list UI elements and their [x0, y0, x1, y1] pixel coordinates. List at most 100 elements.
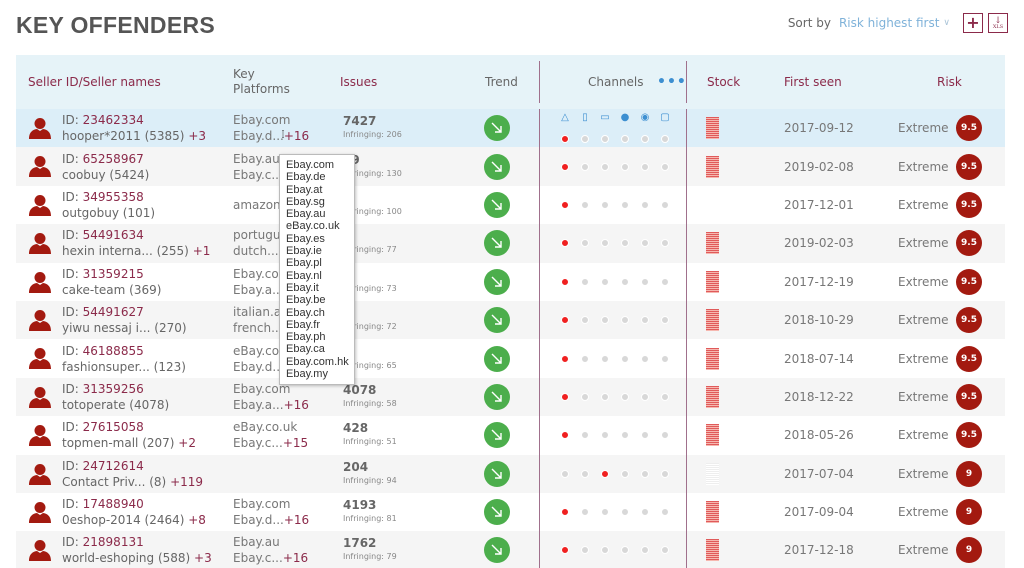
seller-aliases-count[interactable]: +8: [188, 513, 206, 527]
channel-inactive-dot[interactable]: [661, 277, 669, 286]
channel-inactive-dot[interactable]: [621, 508, 629, 517]
channel-inactive-dot[interactable]: [641, 135, 649, 144]
add-button[interactable]: +: [963, 13, 983, 33]
channel-inactive-dot[interactable]: [621, 239, 629, 248]
channel-active-dot[interactable]: [561, 546, 569, 555]
channel-inactive-dot[interactable]: [661, 200, 669, 209]
seller-aliases-count[interactable]: +119: [170, 475, 203, 489]
seller-aliases-count[interactable]: +3: [188, 129, 206, 143]
channel-inactive-dot[interactable]: [581, 239, 589, 248]
seller-name[interactable]: 0eshop-2014 (2464) +8: [62, 512, 206, 528]
column-header-seller[interactable]: Seller ID/Seller names: [28, 55, 161, 109]
column-header-trend[interactable]: Trend: [485, 55, 518, 109]
seller-name[interactable]: topmen-mall (207) +2: [62, 435, 196, 451]
seller-aliases-count[interactable]: +2: [178, 436, 196, 450]
seller-id[interactable]: ID: 31359215: [62, 266, 161, 282]
channel-active-dot[interactable]: [561, 316, 569, 325]
chevron-down-icon[interactable]: ∨: [943, 18, 950, 28]
seller-id[interactable]: ID: 54491627: [62, 304, 187, 320]
column-header-stock[interactable]: Stock: [707, 55, 740, 109]
channel-inactive-dot[interactable]: [581, 431, 589, 440]
channel-active-dot[interactable]: [561, 354, 569, 363]
channels-more-button[interactable]: •••: [657, 55, 687, 109]
channel-active-dot[interactable]: [561, 162, 569, 171]
channel-inactive-dot[interactable]: [601, 508, 609, 517]
seller-name[interactable]: fashionsuper... (123): [62, 359, 186, 375]
seller-aliases-count[interactable]: +3: [194, 551, 212, 565]
table-row[interactable]: ID: 54491627 yiwu nessaj i... (270) ital…: [16, 300, 1005, 340]
seller-name[interactable]: yiwu nessaj i... (270): [62, 320, 187, 336]
channel-inactive-dot[interactable]: [581, 392, 589, 401]
channel-inactive-dot[interactable]: [601, 200, 609, 209]
seller-name[interactable]: totoperate (4078): [62, 397, 169, 413]
channel-inactive-dot[interactable]: [641, 162, 649, 171]
channel-inactive-dot[interactable]: [581, 316, 589, 325]
channel-active-dot[interactable]: [561, 431, 569, 440]
channel-inactive-dot[interactable]: [621, 135, 629, 144]
channel-inactive-dot[interactable]: [581, 200, 589, 209]
channel-inactive-dot[interactable]: [641, 546, 649, 555]
column-header-issues[interactable]: Issues: [340, 55, 377, 109]
seller-id[interactable]: ID: 46188855: [62, 343, 186, 359]
channel-inactive-dot[interactable]: [641, 469, 649, 478]
channel-active-dot[interactable]: [561, 508, 569, 517]
channel-inactive-dot[interactable]: [621, 316, 629, 325]
channel-inactive-dot[interactable]: [641, 392, 649, 401]
channel-active-dot[interactable]: [561, 239, 569, 248]
channel-inactive-dot[interactable]: [661, 316, 669, 325]
channel-inactive-dot[interactable]: [601, 354, 609, 363]
channel-inactive-dot[interactable]: [601, 135, 609, 144]
table-row[interactable]: ID: 27615058 topmen-mall (207) +2 eBay.c…: [16, 416, 1005, 455]
column-header-platforms[interactable]: Key Platforms: [233, 55, 290, 109]
channel-inactive-dot[interactable]: [561, 469, 569, 478]
table-row[interactable]: ID: 31359215 cake-team (369) Ebay.cor Eb…: [16, 262, 1005, 301]
channel-inactive-dot[interactable]: [581, 546, 589, 555]
channel-inactive-dot[interactable]: [661, 508, 669, 517]
channel-inactive-dot[interactable]: [641, 200, 649, 209]
platforms-more-link[interactable]: +16: [284, 513, 309, 527]
channel-active-dot[interactable]: [601, 469, 609, 478]
seller-name[interactable]: hexin interna... (255) +1: [62, 243, 210, 259]
channel-inactive-dot[interactable]: [621, 431, 629, 440]
channel-inactive-dot[interactable]: [581, 508, 589, 517]
channel-inactive-dot[interactable]: [581, 277, 589, 286]
seller-id[interactable]: ID: 24712614: [62, 458, 203, 474]
channel-inactive-dot[interactable]: [601, 162, 609, 171]
channel-inactive-dot[interactable]: [581, 354, 589, 363]
seller-name[interactable]: Contact Priv... (8) +119: [62, 474, 203, 490]
channel-inactive-dot[interactable]: [601, 239, 609, 248]
channel-inactive-dot[interactable]: [581, 162, 589, 171]
channel-inactive-dot[interactable]: [581, 469, 589, 478]
platforms-more-link[interactable]: +16: [284, 129, 309, 143]
channel-inactive-dot[interactable]: [601, 277, 609, 286]
export-xls-button[interactable]: ↓ XLS: [988, 13, 1008, 33]
seller-id[interactable]: ID: 34955358: [62, 189, 155, 205]
seller-id[interactable]: ID: 23462334: [62, 112, 206, 128]
seller-aliases-count[interactable]: +1: [193, 244, 211, 258]
table-row[interactable]: ID: 21898131 world-eshoping (588) +3 Eba…: [16, 531, 1005, 568]
column-header-channels[interactable]: Channels: [588, 55, 644, 109]
channel-inactive-dot[interactable]: [661, 431, 669, 440]
channel-inactive-dot[interactable]: [601, 546, 609, 555]
table-row[interactable]: ID: 23462334 hooper*2011 (5385) +3 Ebay.…: [16, 109, 1005, 148]
channel-inactive-dot[interactable]: [641, 431, 649, 440]
channel-inactive-dot[interactable]: [641, 239, 649, 248]
channel-inactive-dot[interactable]: [621, 546, 629, 555]
seller-name[interactable]: coobuy (5424): [62, 167, 149, 183]
seller-name[interactable]: outgobuy (101): [62, 205, 155, 221]
channel-inactive-dot[interactable]: [661, 392, 669, 401]
channel-inactive-dot[interactable]: [601, 431, 609, 440]
channel-inactive-dot[interactable]: [601, 316, 609, 325]
table-row[interactable]: ID: 24712614 Contact Priv... (8) +119 20…: [16, 454, 1005, 493]
channel-active-dot[interactable]: [561, 277, 569, 286]
table-row[interactable]: ID: 34955358 outgobuy (101) amazon. 1 In…: [16, 185, 1005, 225]
seller-id[interactable]: ID: 54491634: [62, 227, 210, 243]
channel-active-dot[interactable]: [561, 392, 569, 401]
platforms-more-link[interactable]: +16: [284, 398, 309, 412]
channel-inactive-dot[interactable]: [601, 392, 609, 401]
seller-id[interactable]: ID: 31359256: [62, 381, 169, 397]
seller-name[interactable]: world-eshoping (588) +3: [62, 550, 212, 566]
channel-inactive-dot[interactable]: [621, 162, 629, 171]
channel-inactive-dot[interactable]: [641, 277, 649, 286]
table-row[interactable]: ID: 31359256 totoperate (4078) Ebay.com …: [16, 377, 1005, 417]
